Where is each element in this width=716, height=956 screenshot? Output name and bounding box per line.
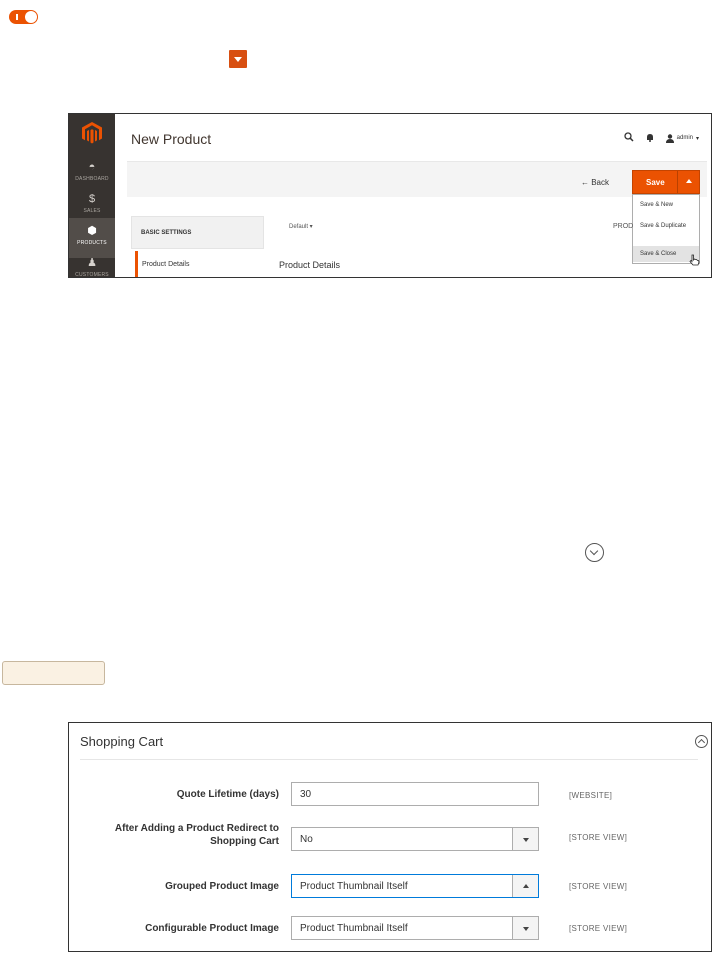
page-title: New Product: [131, 131, 212, 147]
field-label-redirect-cart: After Adding a Product Redirect to Shopp…: [114, 823, 279, 847]
chevron-down-icon: [512, 917, 538, 939]
back-button[interactable]: ← Back: [581, 178, 609, 187]
grouped-product-image-select[interactable]: Product Thumbnail Itself: [291, 874, 539, 898]
collapse-icon[interactable]: [695, 735, 708, 748]
field-label-configurable-image: Configurable Product Image: [145, 923, 279, 934]
product-label-truncated: PROD: [613, 223, 634, 230]
menu-item-save-new[interactable]: Save & New: [640, 202, 673, 208]
redirect-to-cart-select[interactable]: No: [291, 827, 539, 851]
scope-label: [WEBSITE]: [569, 791, 613, 800]
save-options-menu: Save & New Save & Duplicate Save & Close: [632, 194, 700, 266]
dollar-icon: $: [88, 193, 96, 205]
user-icon: [665, 133, 674, 143]
quote-lifetime-input[interactable]: 30: [291, 782, 539, 806]
menu-item-save-duplicate[interactable]: Save & Duplicate: [640, 222, 688, 230]
sidebar-item-customers[interactable]: ♟ CUSTOMERS: [69, 250, 115, 277]
save-button[interactable]: Save: [632, 170, 700, 194]
save-split-toggle[interactable]: [677, 171, 699, 193]
divider: [80, 759, 698, 760]
bell-icon[interactable]: [646, 133, 654, 144]
field-label-quote-lifetime: Quote Lifetime (days): [176, 789, 279, 800]
chevron-down-icon: [229, 50, 247, 68]
dashboard-icon: ◓: [88, 161, 96, 173]
active-section-indicator: [135, 251, 138, 277]
header-actions: admin ▾: [623, 132, 699, 144]
cube-icon: ⬢: [87, 225, 97, 237]
caret-down-icon: ▾: [695, 135, 699, 142]
toggle-icon: [9, 10, 38, 24]
section-title: Shopping Cart: [80, 734, 164, 749]
page-actions-bar: [127, 161, 707, 197]
field-label-grouped-image: Grouped Product Image: [165, 881, 279, 892]
label-tag: [2, 661, 105, 685]
section-title-product-details: Product Details: [279, 260, 341, 270]
scope-label: [STORE VIEW]: [569, 924, 628, 933]
user-name: admin: [676, 135, 693, 141]
shopping-cart-screenshot: Shopping Cart Quote Lifetime (days) 30 […: [68, 722, 712, 952]
scope-label: [STORE VIEW]: [569, 833, 628, 842]
user-menu[interactable]: admin ▾: [665, 133, 699, 143]
configurable-product-image-select[interactable]: Product Thumbnail Itself: [291, 916, 539, 940]
search-icon[interactable]: [623, 132, 634, 144]
admin-sidebar: ◓ DASHBOARD $ SALES ⬢ PRODUCTS ♟ CUSTOME…: [69, 114, 115, 277]
basic-settings-section[interactable]: BASIC SETTINGS: [131, 216, 264, 249]
chevron-down-icon: [512, 828, 538, 850]
nav-product-details[interactable]: Product Details: [142, 261, 189, 268]
hand-cursor-icon: [689, 254, 700, 266]
person-icon: ♟: [87, 257, 97, 269]
scope-switcher[interactable]: Default ▾: [289, 223, 313, 230]
new-product-screenshot: ◓ DASHBOARD $ SALES ⬢ PRODUCTS ♟ CUSTOME…: [68, 113, 712, 278]
magento-logo-icon: [82, 122, 102, 144]
expand-section-icon: [585, 543, 604, 562]
chevron-up-icon: [512, 875, 538, 897]
scope-label: [STORE VIEW]: [569, 882, 628, 891]
